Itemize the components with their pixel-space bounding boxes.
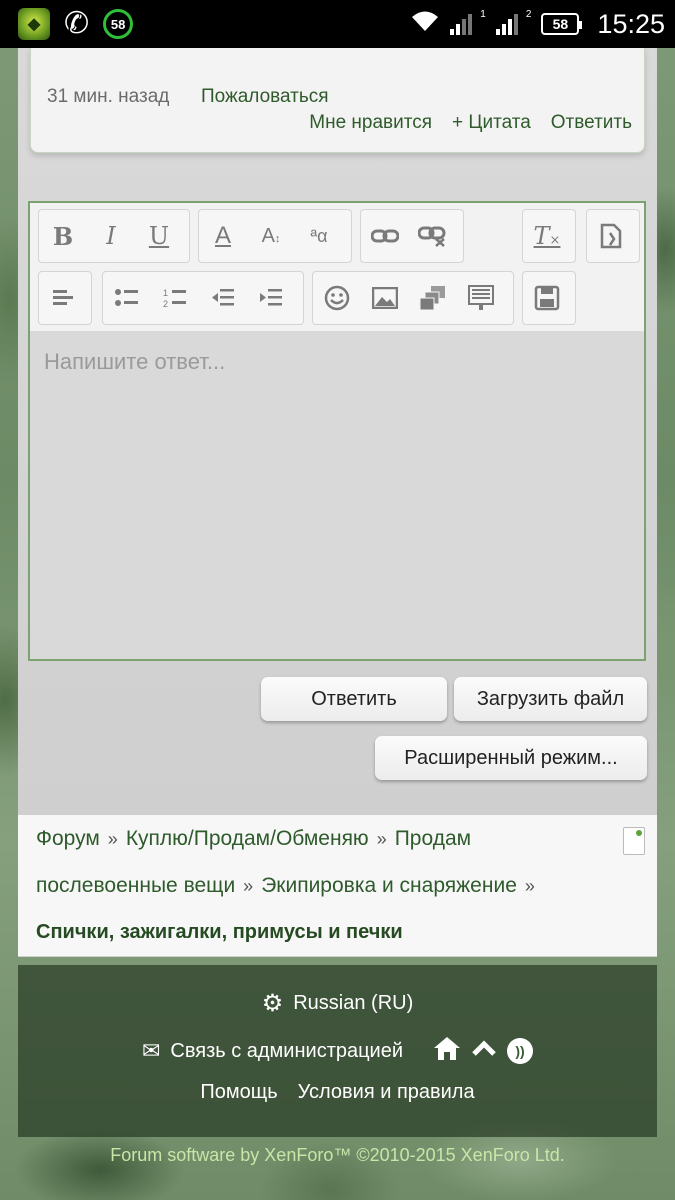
footer-help-row: Помощь Условия и правила xyxy=(18,1081,657,1104)
status-bar: ◆ ✆ 58 1 2 58 15:25 xyxy=(0,0,675,48)
gear-icon: ⚙ xyxy=(261,990,284,1017)
link-group xyxy=(360,209,464,263)
signal-1-icon xyxy=(450,13,473,35)
media-icon[interactable] xyxy=(409,272,457,324)
breadcrumb-separator: » xyxy=(376,829,387,849)
breadcrumb-item-sell-postwar-part1[interactable]: Продам xyxy=(395,827,471,850)
format-group: B I U xyxy=(38,209,190,263)
breadcrumb-item-forum[interactable]: Форум xyxy=(36,827,100,850)
unordered-list-icon[interactable] xyxy=(103,272,151,324)
breadcrumb-line-1: Форум » Куплю/Продам/Обменяю » Продам xyxy=(36,827,471,851)
app-notification-icon: ◆ xyxy=(18,8,50,40)
rss-icon[interactable]: )) xyxy=(507,1038,534,1064)
outdent-icon[interactable] xyxy=(199,272,247,324)
save-draft-icon[interactable] xyxy=(523,272,571,324)
signal-2-icon xyxy=(495,13,518,35)
image-icon[interactable] xyxy=(361,272,409,324)
reply-placeholder: Напишите ответ... xyxy=(44,349,226,374)
draft-group xyxy=(522,271,576,325)
upload-file-button[interactable]: Загрузить файл xyxy=(454,677,647,721)
content-column: 31 мин. назад Пожаловаться Мне нравится … xyxy=(18,48,657,815)
battery-level: 58 xyxy=(552,16,569,32)
copyright-text[interactable]: Forum software by XenForo™ ©2010-2015 Xe… xyxy=(0,1145,675,1166)
help-link[interactable]: Помощь xyxy=(200,1081,277,1104)
smilies-icon[interactable] xyxy=(313,272,361,324)
battery-icon: 58 xyxy=(541,13,583,35)
post-timestamp: 31 мин. назад xyxy=(47,86,170,107)
indent-icon[interactable] xyxy=(247,272,295,324)
breadcrumb-separator: » xyxy=(107,829,118,849)
editor-toolbar: B I U A A↕ ªα T× 1 2 xyxy=(30,203,644,331)
list-group: 12 xyxy=(102,271,304,325)
notification-count-badge: 58 xyxy=(103,9,134,39)
envelope-icon: ✉ xyxy=(141,1038,161,1063)
post-actions: Мне нравится + Цитата Ответить xyxy=(309,112,632,134)
underline-icon[interactable]: U xyxy=(135,210,183,262)
signal-2-label: 2 xyxy=(525,8,532,20)
breadcrumb-current: Спички, зажигалки, примусы и печки xyxy=(36,921,403,943)
reply-textarea[interactable]: Напишите ответ... xyxy=(30,331,644,659)
link-icon[interactable] xyxy=(361,210,409,262)
contact-link[interactable]: Связь с администрацией xyxy=(170,1040,403,1063)
breadcrumb-separator: » xyxy=(524,876,535,896)
align-group xyxy=(38,271,92,325)
advanced-mode-button[interactable]: Расширенный режим... xyxy=(375,736,647,780)
submit-reply-button[interactable]: Ответить xyxy=(261,677,447,721)
quote-link[interactable]: + Цитата xyxy=(452,112,531,134)
reply-editor: B I U A A↕ ªα T× 1 2 Напишите ответ... xyxy=(28,201,646,661)
page-footer: ⚙ Russian (RU) ✉ Связь с администрацией … xyxy=(18,965,657,1137)
svg-text:1: 1 xyxy=(163,288,168,298)
italic-icon[interactable]: I xyxy=(87,210,135,262)
code-icon[interactable] xyxy=(457,272,505,324)
like-link[interactable]: Мне нравится xyxy=(309,112,432,134)
font-group: A A↕ ªα xyxy=(198,209,352,263)
remove-format-icon[interactable]: T× xyxy=(523,210,571,262)
footer-links-row: ✉ Связь с администрацией )) xyxy=(18,1035,657,1067)
breadcrumb-item-buy-sell[interactable]: Куплю/Продам/Обменяю xyxy=(126,827,369,850)
align-icon[interactable] xyxy=(39,272,87,324)
scroll-top-icon[interactable] xyxy=(471,1038,497,1064)
post-card: 31 мин. назад Пожаловаться Мне нравится … xyxy=(30,48,645,153)
language-chooser[interactable]: ⚙ Russian (RU) xyxy=(18,989,657,1018)
ordered-list-icon[interactable]: 12 xyxy=(151,272,199,324)
unlink-icon[interactable] xyxy=(409,210,457,262)
home-icon[interactable] xyxy=(433,1035,461,1067)
reply-link[interactable]: Ответить xyxy=(551,112,632,134)
toggle-bbcode-icon[interactable] xyxy=(587,210,635,262)
terms-link[interactable]: Условия и правила xyxy=(298,1081,475,1104)
bbcode-group xyxy=(586,209,640,263)
font-color-icon[interactable]: A xyxy=(199,210,247,262)
breadcrumb-separator: » xyxy=(243,876,254,896)
language-label: Russian (RU) xyxy=(293,992,414,1014)
signal-1-label: 1 xyxy=(480,8,486,20)
clock: 15:25 xyxy=(597,8,665,39)
insert-group xyxy=(312,271,514,325)
breadcrumb: Форум » Куплю/Продам/Обменяю » Продам послев… xyxy=(18,815,657,957)
report-link[interactable]: Пожаловаться xyxy=(201,86,329,108)
clear-group: T× xyxy=(522,209,576,263)
phone-call-icon: ✆ xyxy=(64,7,90,40)
breadcrumb-item-equipment[interactable]: Экипировка и снаряжение xyxy=(261,874,517,897)
new-document-icon[interactable] xyxy=(623,827,645,855)
bold-icon[interactable]: B xyxy=(39,210,87,262)
breadcrumb-line-2: послевоенные вещи » Экипировка и снаряжени… xyxy=(36,874,543,898)
font-family-icon[interactable]: ªα xyxy=(295,210,343,262)
wifi-icon xyxy=(410,9,440,40)
font-size-icon[interactable]: A↕ xyxy=(247,210,295,262)
breadcrumb-item-sell-postwar-part2[interactable]: послевоенные вещи xyxy=(36,874,235,897)
svg-text:2: 2 xyxy=(163,299,168,309)
